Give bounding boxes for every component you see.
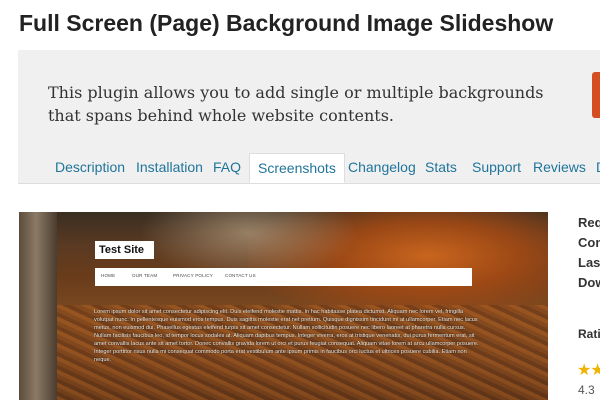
site-nav-home: HOME [101, 273, 116, 278]
plugin-title: Full Screen (Page) Background Image Slid… [19, 10, 554, 36]
plugin-meta: Req Com Las Dow [578, 213, 600, 293]
tab-changelog[interactable]: Changelog [348, 153, 416, 183]
download-button[interactable] [592, 72, 600, 118]
tab-faq[interactable]: FAQ [213, 153, 241, 183]
tree-trunk [19, 212, 57, 400]
plugin-tabs: Description Installation FAQ Screenshots… [18, 153, 600, 183]
tab-more[interactable]: D [596, 153, 600, 183]
site-nav-contact: CONTACT US [225, 273, 256, 278]
site-nav-privacy: PRIVACY POLICY [173, 273, 213, 278]
site-nav: HOME OUR TEAM PRIVACY POLICY CONTACT US [95, 268, 472, 286]
tab-description[interactable]: Description [55, 153, 125, 183]
plugin-description: This plugin allows you to add single or … [48, 83, 544, 125]
tab-screenshots[interactable]: Screenshots [249, 153, 345, 183]
tab-installation[interactable]: Installation [136, 153, 203, 183]
site-body-text: Lorem ipsum dolor sit amet consectetur a… [94, 309, 479, 363]
meta-downloads: Dow [578, 275, 600, 290]
tab-stats[interactable]: Stats [425, 153, 457, 183]
plugin-banner: This plugin allows you to add single or … [18, 50, 600, 184]
site-nav-team: OUR TEAM [132, 273, 158, 278]
ratings-label: Rati [578, 327, 600, 341]
meta-compatible: Com [578, 235, 600, 250]
star-rating-icon: ★★ [577, 362, 600, 379]
rating-value: 4.3 [578, 383, 595, 397]
tab-support[interactable]: Support [472, 153, 521, 183]
tab-reviews[interactable]: Reviews [533, 153, 586, 183]
screenshot-image[interactable]: Test Site HOME OUR TEAM PRIVACY POLICY C… [19, 212, 548, 400]
meta-requires: Req [578, 215, 600, 230]
site-title: Test Site [95, 241, 154, 259]
meta-last-updated: Las [578, 255, 600, 270]
